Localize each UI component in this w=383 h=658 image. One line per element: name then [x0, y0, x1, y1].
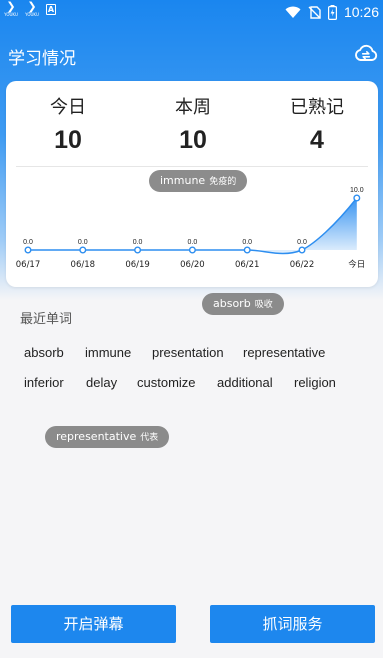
danmaku-bubble[interactable]: absorb 吸收 [202, 293, 284, 315]
battery-icon [327, 4, 337, 20]
chart-tick-label: 06/19 [125, 260, 150, 270]
clock-time: 10:26 [343, 4, 379, 20]
chart-data-label: 0.0 [297, 239, 307, 246]
app-header: 学习情况 [0, 36, 383, 76]
chart-tick-label: 06/21 [235, 260, 260, 270]
status-bar: ❯ YOUKU ❯ YOUKU A 10:26 [0, 0, 383, 24]
recent-word[interactable]: religion [294, 375, 336, 390]
chart-tick-label: 今日 [348, 259, 365, 270]
chart-point [353, 194, 361, 202]
recent-words-title: 最近单词 [20, 312, 73, 327]
recent-word[interactable]: presentation [152, 345, 224, 360]
chart-tick-label: 06/22 [290, 260, 315, 270]
danmaku-word: absorb [213, 297, 251, 310]
recent-word[interactable]: immune [85, 345, 131, 360]
chart-tick-label: 06/17 [16, 260, 41, 270]
chart-point [134, 246, 142, 254]
word-capture-service-button[interactable]: 抓词服务 [210, 605, 375, 643]
page-title: 学习情况 [8, 49, 76, 69]
open-danmaku-button[interactable]: 开启弹幕 [11, 605, 176, 643]
chart-point [243, 246, 251, 254]
youku-app-icon: ❯ YOUKU [4, 0, 18, 17]
chart-tick-label: 06/20 [180, 260, 205, 270]
danmaku-word: immune [160, 174, 206, 187]
chart-point [79, 246, 87, 254]
chart-data-label: 0.0 [78, 239, 88, 246]
recent-word[interactable]: additional [217, 375, 273, 390]
recent-word[interactable]: inferior [24, 375, 64, 390]
chart-data-label: 0.0 [242, 239, 252, 246]
wifi-icon [285, 6, 301, 18]
danmaku-meaning: 代表 [140, 433, 159, 443]
danmaku-word: representative [56, 430, 137, 443]
recent-word[interactable]: absorb [24, 345, 64, 360]
chart-data-label: 0.0 [23, 239, 33, 246]
danmaku-meaning: 免疫的 [209, 177, 237, 187]
recent-word[interactable]: customize [137, 375, 196, 390]
danmaku-bubble[interactable]: representative 代表 [45, 426, 170, 448]
chart-data-label: 0.0 [188, 239, 198, 246]
no-sim-icon [308, 5, 321, 19]
chart-data-label: 0.0 [133, 239, 143, 246]
danmaku-meaning: 吸收 [254, 300, 273, 310]
recent-word[interactable]: representative [243, 345, 325, 360]
chart-tick-label: 06/18 [71, 260, 96, 270]
chart-point [298, 246, 306, 254]
chart-point [24, 246, 32, 254]
danmaku-bubble[interactable]: immune 免疫的 [149, 170, 248, 192]
cloud-sync-icon[interactable] [354, 42, 378, 66]
chart-point [188, 246, 196, 254]
a-notification-icon: A [46, 4, 56, 15]
chart-data-label: 10.0 [350, 187, 364, 194]
recent-word[interactable]: delay [86, 375, 117, 390]
youku-app-icon: ❯ YOUKU [25, 0, 39, 17]
